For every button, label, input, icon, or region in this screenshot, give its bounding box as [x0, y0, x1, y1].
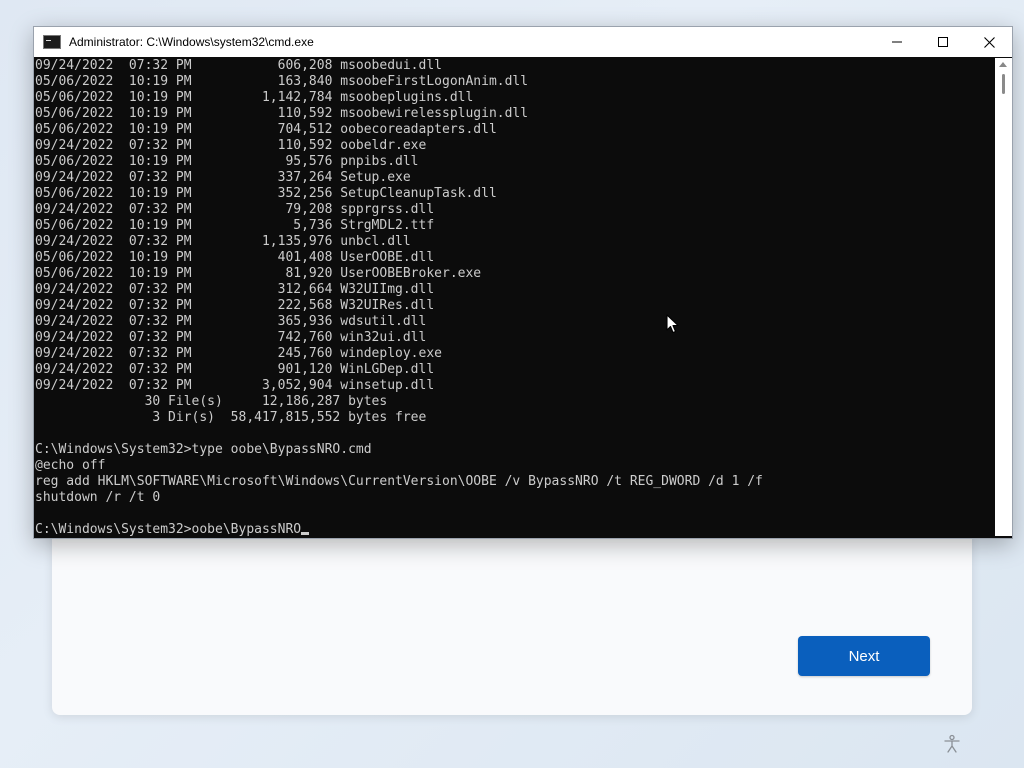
accessibility-icon[interactable]	[942, 734, 962, 754]
console-line: 05/06/2022 10:19 PM 401,408 UserOOBE.dll	[35, 250, 435, 265]
console-line: 3 Dir(s) 58,417,815,552 bytes free	[35, 410, 427, 425]
console-line: @echo off	[35, 458, 106, 473]
console-line: 05/06/2022 10:19 PM 163,840 msoobeFirstL…	[35, 74, 529, 89]
maximize-icon	[938, 37, 948, 47]
console-line: C:\Windows\System32>type oobe\BypassNRO.…	[35, 442, 372, 457]
window-controls	[874, 27, 1012, 57]
scroll-up-arrow-icon[interactable]	[999, 62, 1007, 67]
console-line: 09/24/2022 07:32 PM 312,664 W32UIImg.dll	[35, 282, 435, 297]
console-line: 09/24/2022 07:32 PM 742,760 win32ui.dll	[35, 330, 427, 345]
console-line: 09/24/2022 07:32 PM 79,208 spprgrss.dll	[35, 202, 435, 217]
console-line: 09/24/2022 07:32 PM 110,592 oobeldr.exe	[35, 138, 427, 153]
console-line: 30 File(s) 12,186,287 bytes	[35, 394, 388, 409]
close-icon	[983, 36, 995, 48]
console-line: 09/24/2022 07:32 PM 606,208 msoobedui.dl…	[35, 58, 442, 73]
cmd-window[interactable]: Administrator: C:\Windows\system32\cmd.e…	[33, 26, 1013, 539]
console-line: 05/06/2022 10:19 PM 110,592 msoobewirele…	[35, 106, 529, 121]
console-line: reg add HKLM\SOFTWARE\Microsoft\Windows\…	[35, 474, 763, 489]
console-line: 09/24/2022 07:32 PM 222,568 W32UIRes.dll	[35, 298, 435, 313]
command-prompt: C:\Windows\System32>oobe\BypassNRO	[35, 522, 302, 536]
console-line: 09/24/2022 07:32 PM 3,052,904 winsetup.d…	[35, 378, 435, 393]
console-line: 05/06/2022 10:19 PM 352,256 SetupCleanup…	[35, 186, 497, 201]
vertical-scrollbar[interactable]	[995, 58, 1012, 536]
console-line: 05/06/2022 10:19 PM 1,142,784 msoobeplug…	[35, 90, 474, 105]
console-line: 09/24/2022 07:32 PM 365,936 wdsutil.dll	[35, 314, 427, 329]
console-line: 05/06/2022 10:19 PM 5,736 StrgMDL2.ttf	[35, 218, 435, 233]
console-icon	[43, 35, 61, 49]
mouse-pointer-icon	[666, 314, 679, 334]
next-button[interactable]: Next	[798, 636, 930, 676]
console-output[interactable]: 09/24/2022 07:32 PM 606,208 msoobedui.dl…	[34, 58, 995, 536]
minimize-button[interactable]	[874, 27, 920, 57]
console-line: 09/24/2022 07:32 PM 901,120 WinLGDep.dll	[35, 362, 435, 377]
console-line: 09/24/2022 07:32 PM 1,135,976 unbcl.dll	[35, 234, 411, 249]
console-line: 05/06/2022 10:19 PM 81,920 UserOOBEBroke…	[35, 266, 482, 281]
title-bar[interactable]: Administrator: C:\Windows\system32\cmd.e…	[34, 27, 1012, 57]
window-title: Administrator: C:\Windows\system32\cmd.e…	[69, 35, 314, 49]
console-line: 09/24/2022 07:32 PM 337,264 Setup.exe	[35, 170, 411, 185]
maximize-button[interactable]	[920, 27, 966, 57]
text-cursor	[301, 532, 310, 535]
console-line: 05/06/2022 10:19 PM 704,512 oobecoreadap…	[35, 122, 497, 137]
console-line: 05/06/2022 10:19 PM 95,576 pnpibs.dll	[35, 154, 419, 169]
close-button[interactable]	[966, 27, 1012, 57]
console-line: 09/24/2022 07:32 PM 245,760 windeploy.ex…	[35, 346, 442, 361]
console-line: shutdown /r /t 0	[35, 490, 161, 505]
scroll-thumb[interactable]	[1002, 74, 1005, 94]
minimize-icon	[892, 41, 902, 43]
command-prompt-line[interactable]: C:\Windows\System32>oobe\BypassNRO	[35, 522, 995, 536]
